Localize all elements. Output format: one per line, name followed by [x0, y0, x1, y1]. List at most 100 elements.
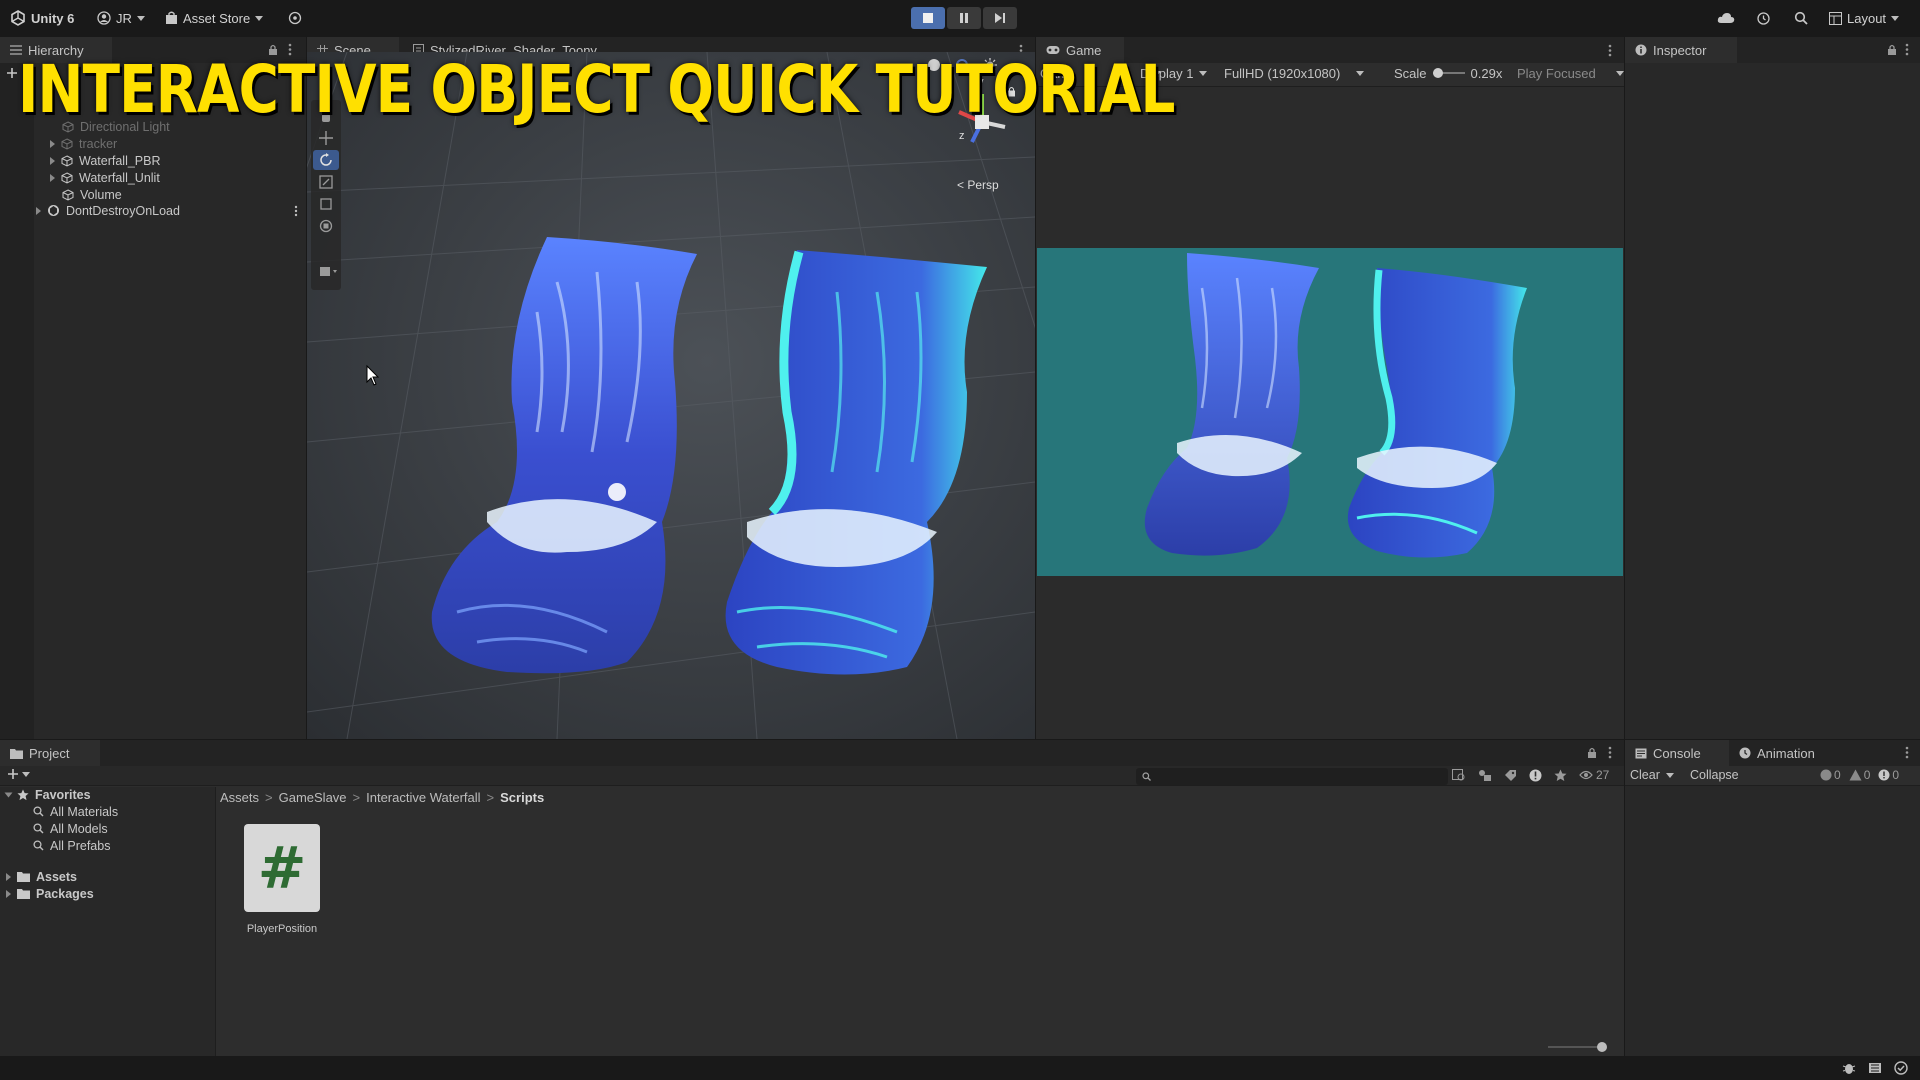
breadcrumb-item[interactable]: GameSlave: [279, 790, 347, 805]
scale-tool-button[interactable]: [313, 172, 339, 192]
gameobject-icon: [61, 154, 73, 167]
expand-arrow-icon[interactable]: [4, 792, 13, 797]
project-filter-buttons: 27: [1452, 768, 1609, 782]
scale-slider-thumb[interactable]: [1432, 68, 1443, 78]
favorite-item[interactable]: All Models: [33, 820, 108, 837]
folder-icon: [17, 888, 30, 899]
tab-console[interactable]: Console: [1625, 740, 1729, 766]
game-render-view[interactable]: [1037, 248, 1623, 576]
visible-count[interactable]: 27: [1579, 768, 1609, 782]
move-arrows-icon: [319, 131, 333, 145]
clear-label: Clear: [1630, 768, 1660, 782]
expand-arrow-icon[interactable]: [6, 872, 11, 881]
scale-control: Scale 0.29x: [1394, 62, 1502, 84]
more-options-icon[interactable]: [1608, 746, 1612, 759]
favorites-header[interactable]: Favorites: [4, 786, 91, 803]
info-speech-icon: [1820, 769, 1832, 781]
console-clear-dropdown[interactable]: Clear: [1630, 768, 1674, 782]
account-dropdown[interactable]: JR: [97, 8, 145, 28]
rect-tool-button[interactable]: [313, 194, 339, 214]
log-count-toggle[interactable]: 0: [1820, 768, 1841, 782]
scale-slider[interactable]: [1432, 68, 1465, 78]
hierarchy-item[interactable]: tracker: [50, 135, 117, 152]
add-icon[interactable]: [6, 67, 18, 79]
console-tab-label: Console: [1653, 745, 1701, 761]
hierarchy-item[interactable]: Waterfall_PBR: [50, 152, 161, 169]
icon-size-slider-thumb[interactable]: [1597, 1042, 1607, 1052]
transform-tool-button[interactable]: [313, 216, 339, 236]
check-circle-icon[interactable]: [1894, 1061, 1908, 1075]
chevron-down-icon: [22, 771, 30, 777]
version-control-button[interactable]: [288, 8, 302, 28]
filter-by-type-icon[interactable]: [1478, 769, 1492, 782]
breadcrumb-separator-icon: >: [265, 789, 273, 805]
waterfall-unlit-model[interactable]: [725, 250, 987, 675]
tab-project[interactable]: Project: [0, 740, 100, 766]
error-icon: [1878, 769, 1890, 781]
importance-icon[interactable]: [1529, 769, 1542, 782]
lock-icon[interactable]: [1587, 747, 1597, 759]
step-button[interactable]: [983, 7, 1017, 29]
breadcrumb-item[interactable]: Assets: [220, 790, 259, 805]
resolution-dropdown[interactable]: FullHD (1920x1080): [1224, 62, 1365, 84]
unity-menu[interactable]: Unity 6: [10, 8, 74, 28]
more-options-icon[interactable]: [1608, 44, 1612, 57]
undo-history-button[interactable]: [1756, 8, 1771, 28]
favorite-item[interactable]: All Materials: [33, 803, 118, 820]
expand-arrow-icon[interactable]: [50, 156, 55, 165]
cloud-button[interactable]: [1717, 8, 1735, 28]
search-by-type-icon[interactable]: [1452, 768, 1466, 782]
chevron-down-icon: [1356, 70, 1365, 76]
create-asset-dropdown[interactable]: [7, 768, 30, 780]
expand-arrow-icon[interactable]: [36, 206, 41, 215]
packages-root[interactable]: Packages: [6, 885, 94, 902]
assets-root[interactable]: Assets: [6, 868, 77, 885]
scene-render: [307, 52, 1035, 739]
rotate-tool-button[interactable]: [313, 150, 339, 170]
error-count-toggle[interactable]: 0: [1878, 768, 1899, 782]
collapse-toggle[interactable]: Collapse: [1690, 768, 1739, 782]
move-tool-button[interactable]: [313, 128, 339, 148]
asset-store-dropdown[interactable]: Asset Store: [165, 8, 264, 28]
lock-icon[interactable]: [1887, 44, 1897, 56]
step-icon: [994, 12, 1006, 24]
perspective-label[interactable]: < Persp: [957, 178, 999, 192]
bug-icon[interactable]: [1842, 1061, 1856, 1075]
project-search-input[interactable]: [1136, 768, 1448, 785]
play-focused-dropdown[interactable]: Play Focused: [1517, 62, 1624, 84]
more-options-icon[interactable]: [294, 205, 298, 217]
hierarchy-item-label: DontDestroyOnLoad: [66, 203, 180, 218]
breadcrumb-current[interactable]: Scripts: [500, 790, 544, 805]
folder-icon: [17, 871, 30, 882]
search-button[interactable]: [1794, 8, 1808, 28]
expand-arrow-icon[interactable]: [50, 173, 55, 182]
tab-animation[interactable]: Animation: [1729, 740, 1825, 766]
asset-tile[interactable]: # PlayerPosition: [240, 824, 324, 936]
scene-viewport[interactable]: y z < Persp: [307, 52, 1035, 739]
expand-arrow-icon[interactable]: [6, 889, 11, 898]
game-waterfall-unlit: [1347, 268, 1527, 558]
breadcrumb-item[interactable]: Interactive Waterfall: [366, 790, 480, 805]
pause-button[interactable]: [947, 7, 981, 29]
memory-icon[interactable]: [1868, 1061, 1882, 1075]
layout-dropdown[interactable]: Layout: [1829, 8, 1900, 28]
hierarchy-item[interactable]: Volume: [62, 186, 122, 203]
asset-name: PlayerPosition: [246, 923, 318, 935]
warning-count-toggle[interactable]: 0: [1849, 768, 1870, 782]
waterfall-pbr-model[interactable]: [431, 237, 697, 674]
more-options-icon[interactable]: [1905, 746, 1909, 759]
hierarchy-gutter: [0, 63, 34, 739]
favorite-item[interactable]: All Prefabs: [33, 837, 110, 854]
expand-arrow-icon[interactable]: [50, 139, 55, 148]
favorite-star-icon[interactable]: [1554, 769, 1567, 782]
custom-tool-dropdown[interactable]: [313, 262, 347, 282]
play-button[interactable]: [911, 7, 945, 29]
more-options-icon[interactable]: [1905, 43, 1909, 56]
search-icon: [1794, 11, 1808, 25]
hierarchy-item[interactable]: Waterfall_Unlit: [50, 169, 160, 186]
label-tag-icon[interactable]: [1504, 769, 1517, 782]
tab-inspector[interactable]: Inspector: [1625, 37, 1737, 63]
asset-store-label: Asset Store: [183, 10, 251, 26]
hierarchy-scene-root[interactable]: DontDestroyOnLoad: [36, 202, 298, 219]
search-icon: [1142, 772, 1151, 781]
